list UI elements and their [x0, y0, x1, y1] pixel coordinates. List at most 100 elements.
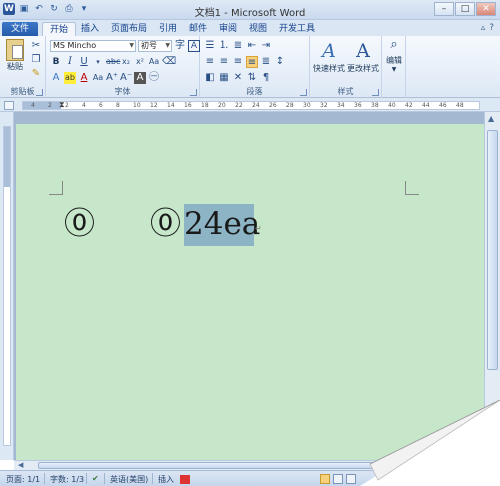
paragraph-misc-row: ◧ ▦ ✕ ⇅ ¶ — [204, 72, 272, 84]
font-name-combo[interactable]: MS Mincho ▼ — [50, 40, 136, 52]
status-insert-mode[interactable]: 插入 — [158, 474, 174, 485]
tab-file[interactable]: 文件 — [2, 22, 38, 37]
copy-icon[interactable]: ❐ — [30, 54, 42, 66]
show-marks-icon[interactable]: ¶ — [260, 72, 272, 84]
sort-icon[interactable]: ⇅ — [246, 72, 258, 84]
tab-home[interactable]: 开始 — [42, 22, 77, 37]
ruler-number: 42 — [405, 102, 413, 109]
tab-developer[interactable]: 开发工具 — [272, 22, 322, 37]
align-center-icon[interactable]: ≡ — [218, 56, 230, 68]
highlight-icon[interactable]: ab — [64, 72, 76, 84]
font-name-value: MS Mincho — [53, 41, 97, 50]
multilevel-list-icon[interactable]: ≣ — [232, 40, 244, 52]
document-text-left[interactable]: ⓪ — [64, 206, 95, 242]
tab-selector-icon[interactable] — [4, 101, 14, 110]
document-text-right-prefix[interactable]: ⓪ — [150, 206, 181, 242]
print-layout-view-icon[interactable] — [320, 474, 330, 484]
bold-icon[interactable]: B — [50, 56, 62, 68]
align-right-icon[interactable]: ≡ — [232, 56, 244, 68]
paragraph-launcher-icon[interactable] — [300, 89, 307, 96]
tab-insert[interactable]: 插入 — [74, 22, 106, 37]
web-layout-view-icon[interactable] — [346, 474, 356, 484]
scroll-up-icon[interactable]: ▲ — [488, 114, 494, 123]
character-shading-icon[interactable]: A — [134, 72, 146, 84]
styles-launcher-icon[interactable] — [372, 89, 379, 96]
ruler-number: 16 — [184, 102, 192, 109]
borders-icon[interactable]: ▦ — [218, 72, 230, 84]
clear-format-icon[interactable]: ⌫ — [162, 56, 176, 68]
grow-font-icon[interactable]: A⁺ — [106, 72, 118, 84]
ruler-number: 36 — [354, 102, 362, 109]
tab-review[interactable]: 审阅 — [212, 22, 244, 37]
editing-label: 编辑 — [386, 56, 402, 65]
change-case-icon[interactable]: Aa — [148, 56, 160, 68]
indent-marker-icon[interactable]: ⧗ — [59, 100, 65, 110]
character-border-icon[interactable]: A — [188, 40, 200, 52]
underline-icon[interactable]: U — [78, 56, 90, 68]
vertical-scroll-thumb[interactable] — [487, 130, 498, 370]
font-size-menu-icon[interactable]: Aa — [92, 72, 104, 84]
ruler-number: 40 — [388, 102, 396, 109]
ruler-number: 20 — [218, 102, 226, 109]
paste-button[interactable]: 粘贴 — [4, 39, 26, 72]
format-painter-icon[interactable]: ✎ — [30, 68, 42, 80]
crop-mark-top-left — [49, 181, 63, 195]
ruler-number: 34 — [337, 102, 345, 109]
italic-icon[interactable]: I — [64, 56, 76, 68]
horizontal-ruler[interactable]: ⧗ 4 2 2 4 6 8 10 12 14 16 18 20 22 24 26 28 30 32 34 36 38 40… — [0, 98, 500, 112]
font-color-icon[interactable]: A — [78, 72, 90, 84]
underline-dropdown-icon[interactable]: ▾ — [92, 56, 104, 68]
macro-record-icon[interactable] — [180, 475, 190, 484]
status-page[interactable]: 页面: 1/1 — [6, 474, 40, 485]
minimize-button[interactable]: – — [434, 2, 454, 16]
window-title: 文档1 - Microsoft Word — [194, 8, 306, 19]
proofing-icon[interactable]: ✔ — [92, 474, 99, 483]
distributed-icon[interactable]: ≣ — [260, 56, 272, 68]
numbering-icon[interactable]: ⒈ — [218, 40, 230, 52]
scroll-left-icon[interactable]: ◀ — [18, 461, 23, 469]
justify-icon[interactable]: ≡ — [246, 56, 258, 68]
status-language[interactable]: 英语(美国) — [110, 474, 148, 485]
close-button[interactable]: ✕ — [476, 2, 496, 16]
font-launcher-icon[interactable] — [190, 89, 197, 96]
superscript-icon[interactable]: x² — [134, 56, 146, 68]
decrease-indent-icon[interactable]: ⇤ — [246, 40, 258, 52]
increase-indent-icon[interactable]: ⇥ — [260, 40, 272, 52]
ruler-strip: ⧗ 4 2 2 4 6 8 10 12 14 16 18 20 22 24 26 28 30 32 34 36 38 40… — [22, 100, 480, 110]
full-screen-view-icon[interactable] — [333, 474, 343, 484]
change-styles-button[interactable]: A 更改样式 — [346, 39, 380, 74]
ruler-number: 26 — [269, 102, 277, 109]
strikethrough-icon[interactable]: abc — [106, 56, 120, 68]
minimize-ribbon-icon[interactable]: ▵ — [481, 23, 486, 33]
editing-button[interactable]: ⌕ 编辑 ▼ — [382, 38, 406, 73]
quick-styles-button[interactable]: A 快速样式 — [312, 39, 346, 74]
tab-mailings[interactable]: 邮件 — [182, 22, 214, 37]
line-spacing-icon[interactable]: ↕ — [274, 56, 286, 68]
shrink-font-icon[interactable]: A⁻ — [120, 72, 132, 84]
bullets-icon[interactable]: ☰ — [204, 40, 216, 52]
clipboard-launcher-icon[interactable] — [36, 89, 43, 96]
maximize-button[interactable]: □ — [455, 2, 475, 16]
ruler-number: 4 — [82, 102, 86, 109]
enclose-character-icon[interactable]: ㊀ — [148, 72, 160, 84]
cut-icon[interactable]: ✂ — [30, 40, 42, 52]
status-word-count[interactable]: 字数: 1/3 — [50, 474, 84, 485]
vertical-ruler[interactable] — [0, 112, 14, 460]
font-size-combo[interactable]: 初号 ▼ — [138, 40, 172, 52]
paragraph-group: ☰ ⒈ ≣ ⇤ ⇥ ≡ ≡ ≡ ≡ ≣ ↕ ◧ ▦ ✕ ⇅ ¶ 段落 — [200, 36, 310, 98]
ruler-number: 6 — [99, 102, 103, 109]
help-icon[interactable]: ? — [489, 23, 494, 33]
chinese-layout-icon[interactable]: ✕ — [232, 72, 244, 84]
selected-text[interactable]: 24ea — [184, 206, 260, 242]
shading-icon[interactable]: ◧ — [204, 72, 216, 84]
ribbon-tab-bar: 文件 开始 插入 页面布局 引用 邮件 审阅 视图 开发工具 ▵ ? — [0, 20, 500, 37]
subscript-icon[interactable]: x₂ — [120, 56, 132, 68]
text-effect-icon[interactable]: A — [50, 72, 62, 84]
tab-view[interactable]: 视图 — [242, 22, 274, 37]
vertical-ruler-strip — [3, 126, 11, 446]
align-left-icon[interactable]: ≡ — [204, 56, 216, 68]
tab-page-layout[interactable]: 页面布局 — [104, 22, 154, 37]
ruler-number: 18 — [201, 102, 209, 109]
phonetic-guide-icon[interactable]: 字 — [174, 40, 186, 52]
tab-references[interactable]: 引用 — [152, 22, 184, 37]
